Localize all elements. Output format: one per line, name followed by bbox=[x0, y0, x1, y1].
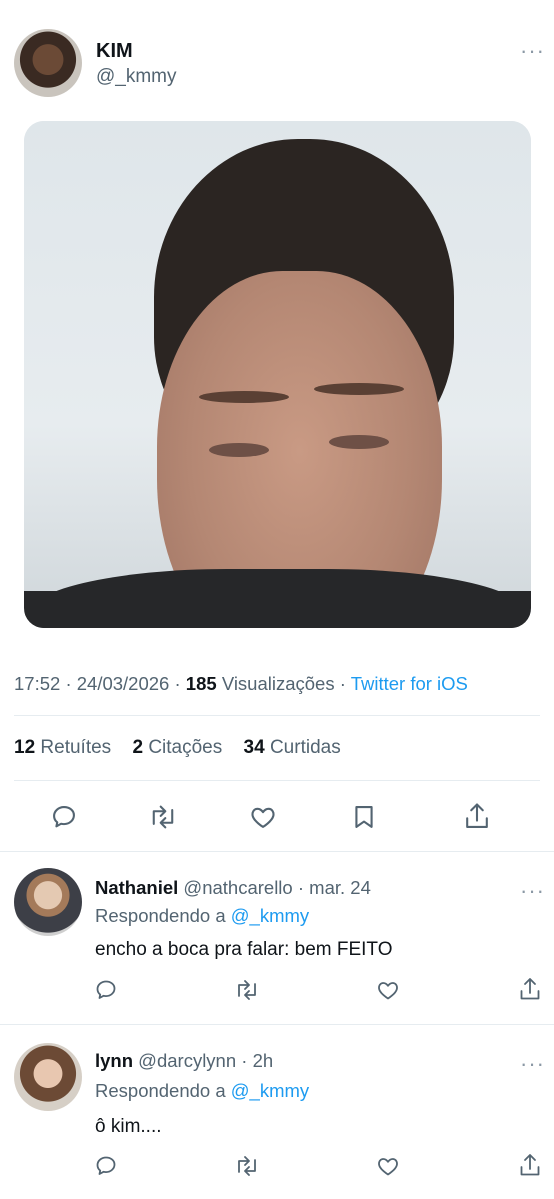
likes-count: 34 bbox=[243, 737, 265, 758]
retweets-stat[interactable]: 12 Retuítes bbox=[14, 737, 111, 758]
reply-icon[interactable] bbox=[50, 803, 78, 831]
replying-mention[interactable]: @_kmmy bbox=[231, 905, 309, 926]
retweet-icon[interactable] bbox=[148, 803, 178, 831]
bookmark-icon[interactable] bbox=[350, 803, 378, 831]
tweet-meta: 17:52 · 24/03/2026 · 185 Visualizações ·… bbox=[14, 673, 468, 694]
tweet-stats: 12 Retuítes 2 Citações 34 Curtidas bbox=[14, 737, 357, 759]
replying-prefix: Respondendo a bbox=[95, 1080, 226, 1101]
reply-text: ô kim.... bbox=[95, 1116, 162, 1137]
reply-avatar[interactable] bbox=[14, 1043, 82, 1111]
tweet-date: 24/03/2026 bbox=[76, 673, 170, 694]
author-handle[interactable]: @_kmmy bbox=[96, 66, 177, 88]
reply-icon[interactable] bbox=[94, 978, 118, 1002]
quotes-stat[interactable]: 2 Citações bbox=[132, 737, 222, 758]
replying-to: Respondendo a @_kmmy bbox=[95, 905, 309, 927]
reply-author-handle[interactable]: @darcylynn bbox=[138, 1050, 236, 1071]
reply-author-name[interactable]: Nathaniel bbox=[95, 877, 178, 898]
divider bbox=[14, 780, 540, 781]
reply-text: encho a boca pra falar: bem FEITO bbox=[95, 939, 393, 960]
share-icon[interactable] bbox=[518, 1152, 542, 1178]
reply-time: mar. 24 bbox=[309, 877, 371, 898]
author-name[interactable]: KIM bbox=[96, 40, 133, 63]
replying-prefix: Respondendo a bbox=[95, 905, 226, 926]
tweet-source[interactable]: Twitter for iOS bbox=[351, 673, 468, 694]
replying-to: Respondendo a @_kmmy bbox=[95, 1080, 309, 1102]
quotes-count: 2 bbox=[132, 737, 144, 758]
divider bbox=[0, 1024, 554, 1025]
tweet-time: 17:52 bbox=[14, 673, 61, 694]
reply-author-name[interactable]: lynn bbox=[95, 1050, 133, 1071]
replying-mention[interactable]: @_kmmy bbox=[231, 1080, 309, 1101]
like-icon[interactable] bbox=[376, 978, 400, 1002]
reply-avatar[interactable] bbox=[14, 868, 82, 936]
like-icon[interactable] bbox=[249, 803, 277, 831]
reply-time: 2h bbox=[252, 1050, 274, 1071]
views-count: 185 bbox=[185, 673, 217, 694]
share-icon[interactable] bbox=[463, 801, 491, 831]
retweets-count: 12 bbox=[14, 737, 36, 758]
tweet-photo[interactable] bbox=[24, 121, 531, 628]
more-icon[interactable]: ··· bbox=[520, 880, 545, 902]
quotes-label: Citações bbox=[148, 737, 223, 758]
divider bbox=[0, 851, 554, 852]
like-icon[interactable] bbox=[376, 1154, 400, 1178]
share-icon[interactable] bbox=[518, 976, 542, 1002]
more-icon[interactable]: ··· bbox=[520, 1053, 545, 1075]
retweet-icon[interactable] bbox=[234, 1154, 260, 1178]
reply-header: lynn @darcylynn · 2h bbox=[95, 1050, 274, 1071]
retweet-icon[interactable] bbox=[234, 978, 260, 1002]
retweets-label: Retuítes bbox=[40, 737, 112, 758]
divider bbox=[14, 715, 540, 716]
likes-stat[interactable]: 34 Curtidas bbox=[244, 737, 341, 758]
views-label: Visualizações bbox=[221, 673, 335, 694]
author-avatar[interactable] bbox=[14, 29, 82, 97]
reply-author-handle[interactable]: @nathcarello bbox=[183, 877, 292, 898]
reply-header: Nathaniel @nathcarello · mar. 24 bbox=[95, 877, 371, 898]
reply-icon[interactable] bbox=[94, 1154, 118, 1178]
more-icon[interactable]: ··· bbox=[520, 40, 545, 62]
likes-label: Curtidas bbox=[269, 737, 341, 758]
